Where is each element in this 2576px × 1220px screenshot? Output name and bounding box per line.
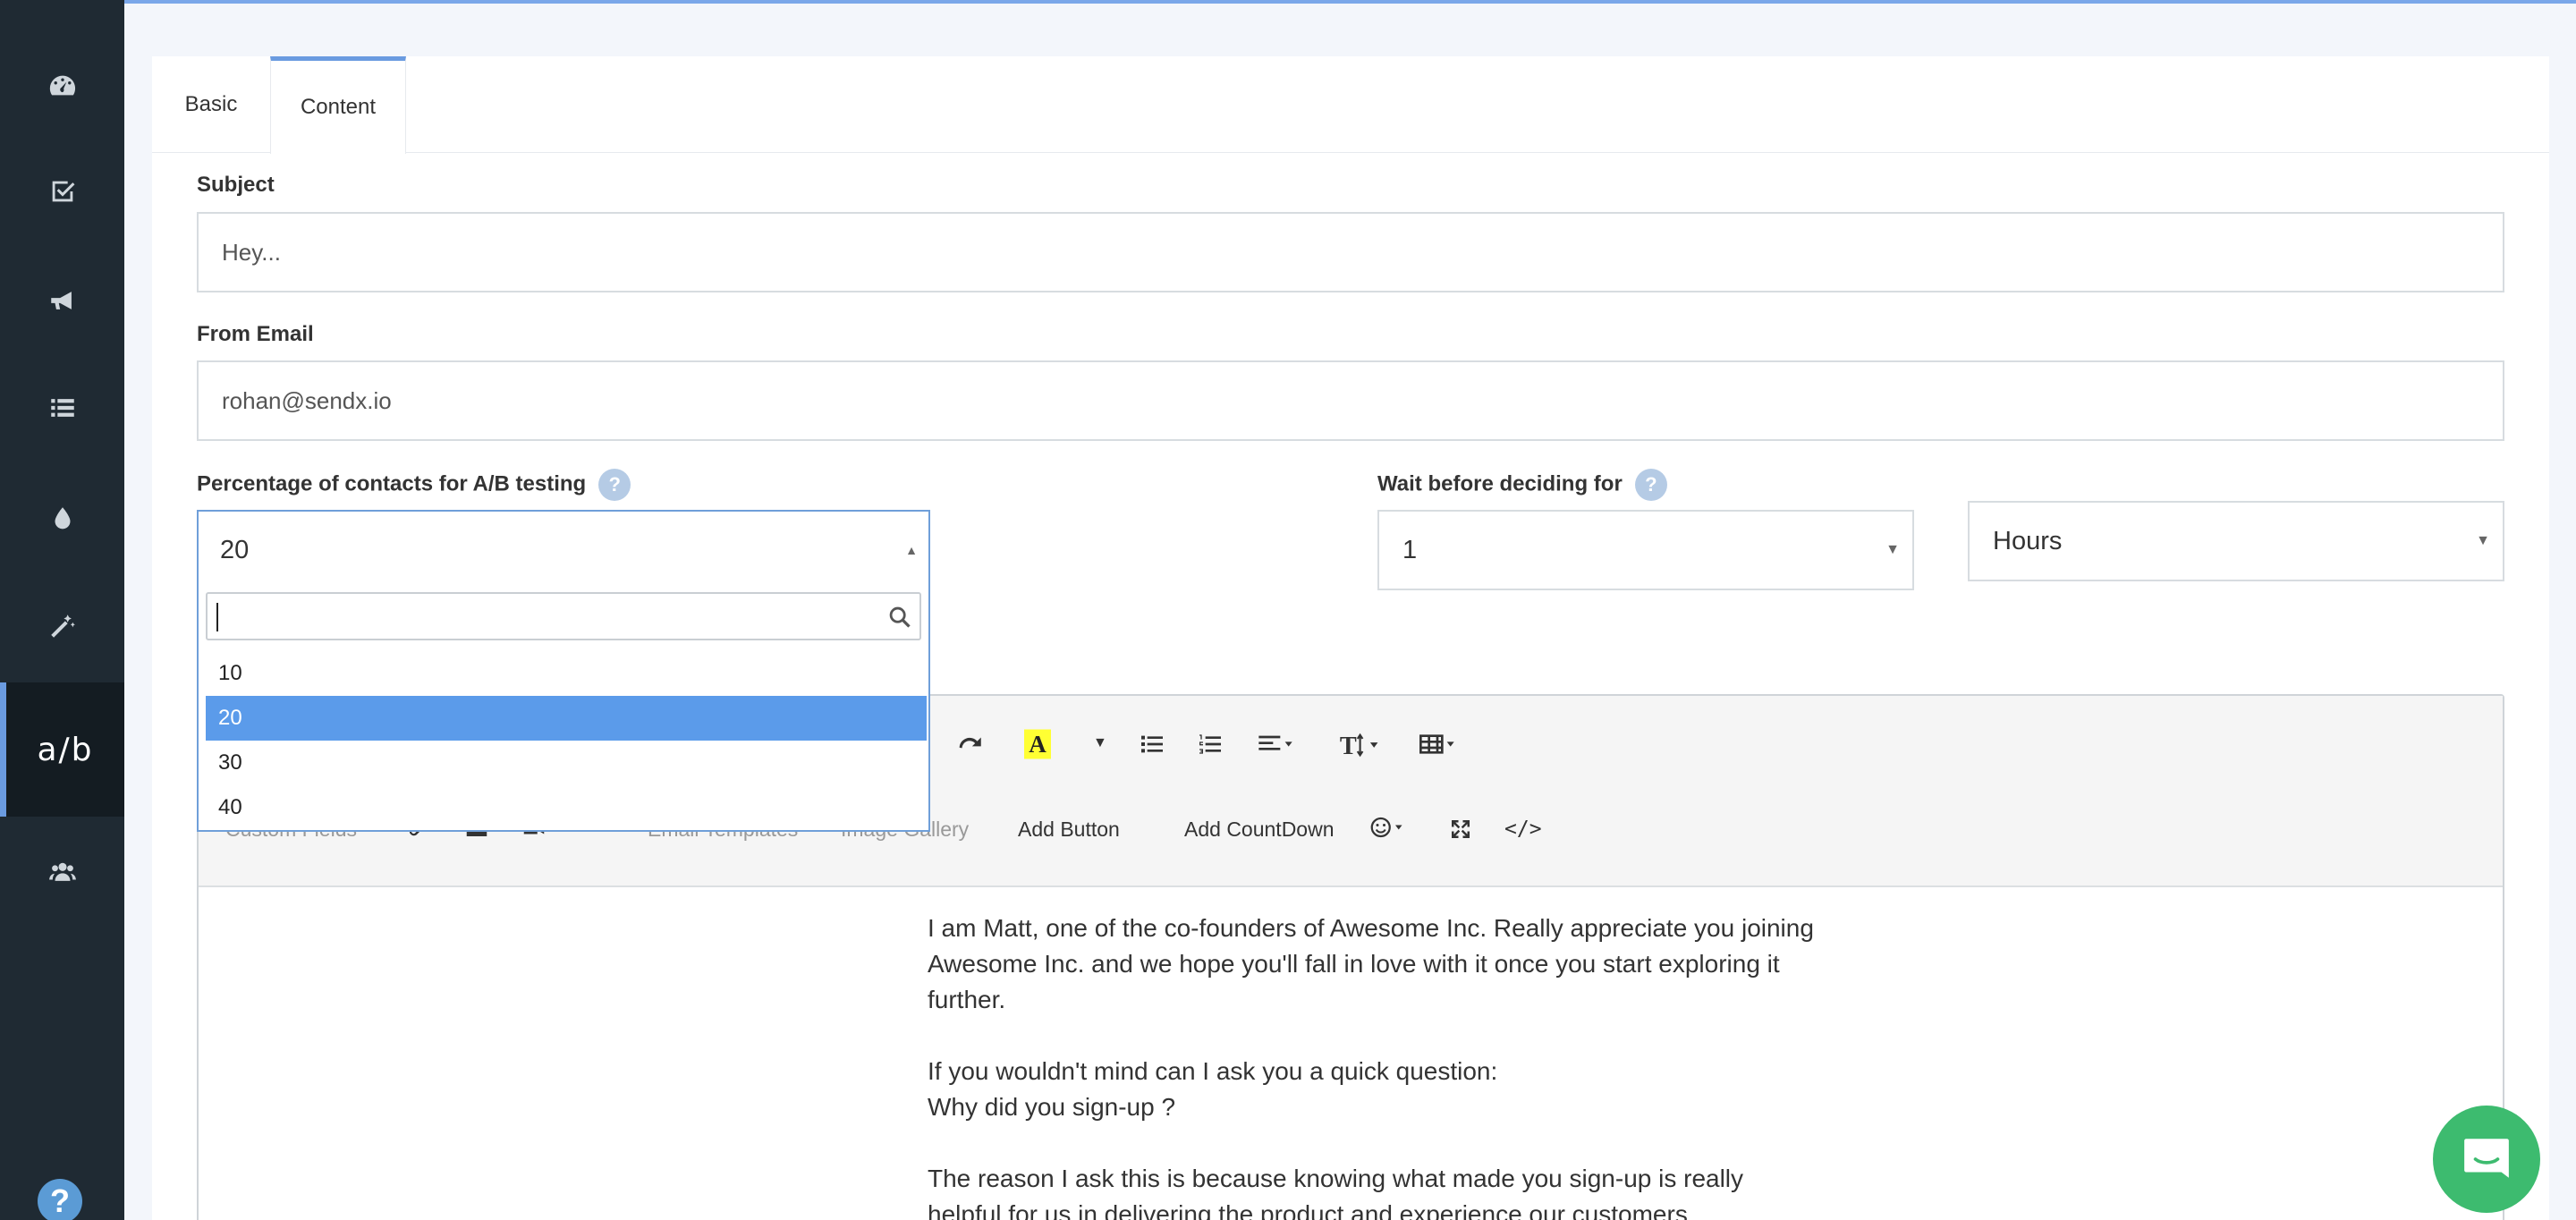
svg-text:A: A	[1029, 731, 1046, 758]
sidebar-item-ab-testing[interactable]: a/b	[0, 682, 124, 817]
highlight-color-icon[interactable]: A	[1021, 726, 1054, 767]
body-paragraph: I am Matt, one of the co-founders of Awe…	[928, 914, 1814, 1013]
sidebar-item-drip[interactable]	[0, 465, 124, 572]
chevron-down-icon: ▼	[2476, 533, 2490, 548]
megaphone-icon	[50, 292, 72, 309]
sidebar-item-lists[interactable]	[0, 354, 124, 462]
code-view-button[interactable]: </>	[1504, 818, 1542, 841]
dropdown-option[interactable]: 30	[206, 741, 927, 785]
from-email-input[interactable]: rohan@sendx.io	[197, 360, 2504, 441]
drop-icon	[55, 507, 70, 530]
tab-content[interactable]: Content	[270, 56, 406, 154]
wait-help-icon[interactable]: ?	[1634, 469, 1667, 501]
help-button[interactable]: ?	[38, 1179, 82, 1220]
wait-unit-select[interactable]: Hours ▼	[1968, 501, 2504, 581]
from-email-label: From Email	[197, 322, 314, 346]
chat-launcher-button[interactable]	[2433, 1106, 2540, 1213]
redo-icon[interactable]	[954, 730, 985, 766]
dropdown-search-input[interactable]	[206, 592, 921, 640]
magic-wand-icon	[50, 614, 75, 638]
percentage-label: Percentage of contacts for A/B testing?	[197, 469, 631, 501]
sidebar-item-automation[interactable]	[0, 572, 124, 680]
subject-label: Subject	[197, 173, 275, 197]
percentage-dropdown: 20 ▲ 10 20 30 40	[197, 510, 930, 832]
sidebar-item-campaigns[interactable]	[0, 247, 124, 354]
svg-text:T: T	[1340, 733, 1357, 760]
sidebar-item-contacts[interactable]	[0, 818, 124, 926]
dashboard-icon	[49, 75, 75, 96]
content-card: Basic Content Subject Hey... From Email …	[152, 56, 2549, 1220]
checkbox-icon	[52, 181, 74, 202]
list-icon	[50, 399, 74, 417]
wait-label-text: Wait before deciding for	[1377, 471, 1623, 496]
bullet-list-icon[interactable]	[1138, 730, 1166, 764]
font-size-icon[interactable]: T	[1339, 730, 1384, 766]
dropdown-option[interactable]: 10	[206, 651, 927, 696]
add-button-button[interactable]: Add Button	[1018, 818, 1120, 842]
dropdown-option[interactable]: 40	[206, 785, 927, 830]
sidebar: a/b ?	[0, 0, 124, 1220]
tab-basic[interactable]: Basic	[152, 56, 270, 153]
email-body[interactable]: I am Matt, one of the co-founders of Awe…	[928, 911, 1822, 1220]
color-chevron-icon[interactable]: ▼	[1093, 735, 1107, 751]
align-icon[interactable]	[1254, 730, 1297, 764]
users-icon	[48, 862, 76, 881]
chat-icon	[2464, 1139, 2509, 1178]
add-countdown-button[interactable]: Add CountDown	[1184, 818, 1335, 842]
wait-value-select[interactable]: 1 ▼	[1377, 510, 1914, 590]
wait-value: 1	[1402, 535, 1418, 564]
chevron-up-icon: ▲	[905, 543, 918, 557]
emoji-icon[interactable]	[1365, 814, 1408, 846]
ab-label: a/b	[37, 731, 94, 768]
search-icon	[889, 606, 911, 628]
percentage-select[interactable]: 20 ▲	[197, 510, 930, 590]
fullscreen-icon[interactable]	[1447, 816, 1474, 848]
dropdown-option-selected[interactable]: 20	[206, 696, 927, 741]
table-icon[interactable]	[1415, 730, 1460, 764]
subject-input[interactable]: Hey...	[197, 212, 2504, 292]
percentage-label-text: Percentage of contacts for A/B testing	[197, 471, 587, 496]
percentage-value: 20	[220, 535, 250, 564]
body-paragraph: The reason I ask this is because knowing…	[928, 1165, 1744, 1220]
body-paragraph: If you wouldn't mind can I ask you a qui…	[928, 1057, 1498, 1121]
percentage-help-icon[interactable]: ?	[598, 469, 631, 501]
sidebar-item-tasks[interactable]	[0, 138, 124, 245]
chevron-down-icon: ▼	[1885, 542, 1900, 557]
sidebar-item-dashboard[interactable]	[0, 32, 124, 140]
numbered-list-icon[interactable]	[1196, 730, 1224, 764]
top-accent-bar	[0, 0, 2576, 4]
wait-unit: Hours	[1993, 526, 2063, 555]
wait-label: Wait before deciding for?	[1377, 469, 1667, 501]
text-cursor	[216, 603, 218, 631]
tab-bar: Basic Content	[152, 56, 2549, 154]
